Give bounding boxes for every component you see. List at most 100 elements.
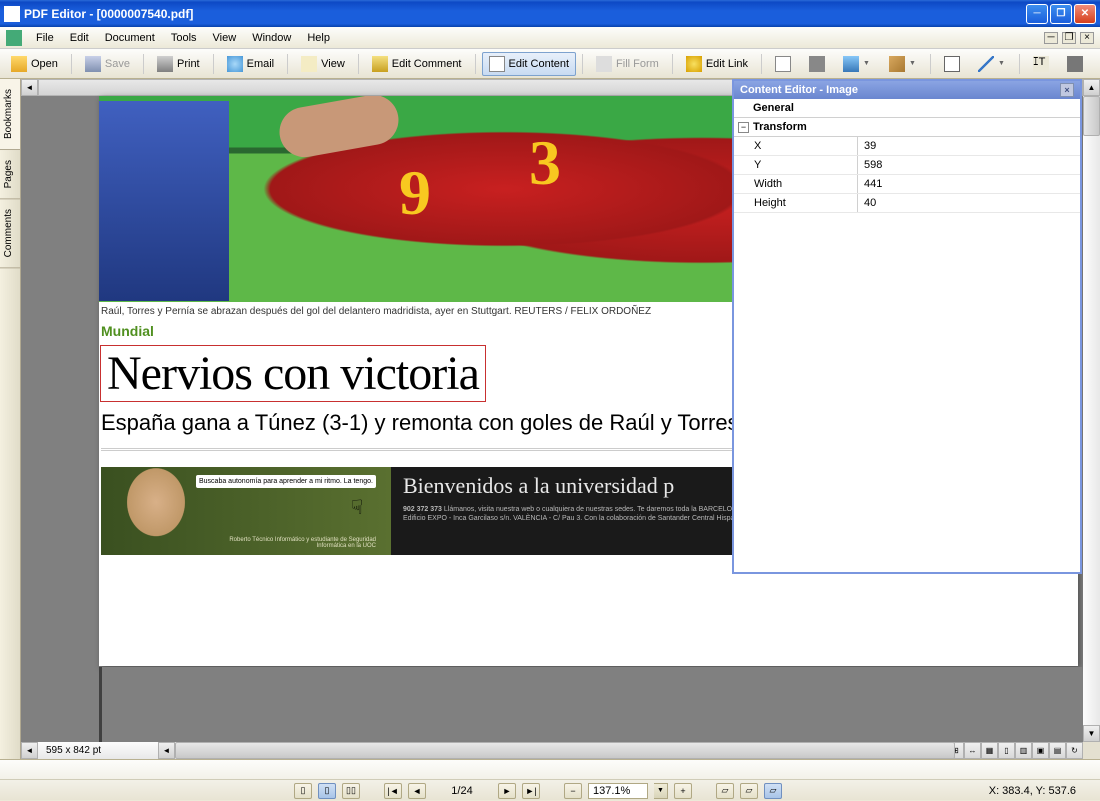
printer-icon [157, 56, 173, 72]
note-tool-button[interactable] [802, 52, 832, 76]
view-button[interactable]: View [294, 52, 352, 76]
property-value[interactable]: 39 [858, 137, 1080, 155]
rotate-button[interactable]: ↻ [1066, 742, 1083, 759]
menu-file[interactable]: File [28, 30, 62, 46]
next-page-button[interactable]: ► [498, 783, 516, 799]
zoom-level-field[interactable] [588, 783, 648, 799]
zoom-dropdown-button[interactable]: ▼ [654, 783, 668, 799]
text-cursor-icon: ꕯT [1033, 56, 1049, 72]
menu-window[interactable]: Window [244, 30, 299, 46]
menu-tools[interactable]: Tools [163, 30, 205, 46]
facing-view-button[interactable]: ▯▯ [342, 783, 360, 799]
print-button[interactable]: Print [150, 52, 207, 76]
sidebar-tab-bookmarks[interactable]: Bookmarks [0, 79, 20, 150]
textbox-tool-button[interactable] [937, 52, 967, 76]
single-page-view-button[interactable]: ▯ [294, 783, 312, 799]
page-layout-2-button[interactable]: ▱ [740, 783, 758, 799]
window-minimize-button[interactable]: ─ [1026, 4, 1048, 24]
continuous-view-button[interactable]: ▯ [318, 783, 336, 799]
email-button[interactable]: Email [220, 52, 282, 76]
window-maximize-button[interactable]: ❐ [1050, 4, 1072, 24]
scroll-down-button[interactable]: ▼ [1083, 725, 1100, 742]
selected-text-object[interactable]: Nervios con victoria [100, 345, 486, 402]
pencil-tool-button[interactable]: ▼ [882, 52, 924, 76]
camera-icon [1067, 56, 1083, 72]
page-number-field[interactable] [432, 783, 492, 799]
menu-help[interactable]: Help [299, 30, 338, 46]
menu-document[interactable]: Document [97, 30, 163, 46]
panel-close-button[interactable]: × [1060, 83, 1074, 97]
content-editor-panel[interactable]: Content Editor - Image × General − Trans… [732, 79, 1082, 574]
touchup-text-button[interactable]: ꕯT [1026, 52, 1056, 76]
cursor-icon [489, 56, 505, 72]
menu-edit[interactable]: Edit [62, 30, 97, 46]
envelope-icon [227, 56, 243, 72]
text-tool-button[interactable] [768, 52, 798, 76]
separator [930, 54, 931, 74]
page-layout-3-button[interactable]: ▱ [764, 783, 782, 799]
collapse-icon[interactable]: − [738, 122, 749, 133]
scroll-track[interactable] [1083, 96, 1100, 725]
chevron-down-icon: ▼ [863, 60, 871, 67]
zoom-out-button[interactable]: − [564, 783, 582, 799]
article-headline[interactable]: Nervios con victoria [101, 346, 485, 401]
fit-width-button[interactable]: ↔ [964, 742, 981, 759]
actual-size-button[interactable]: ▦ [981, 742, 998, 759]
sidebar-tab-pages[interactable]: Pages [0, 150, 20, 199]
window-title: PDF Editor - [0000007540.pdf] [24, 7, 1026, 21]
scroll-up-button[interactable]: ▲ [1083, 79, 1100, 96]
side-tab-strip: Bookmarks Pages Comments [0, 79, 21, 759]
section-general[interactable]: General [734, 99, 1080, 118]
property-value[interactable]: 40 [858, 194, 1080, 212]
mdi-restore-button[interactable]: ❐ [1062, 32, 1076, 44]
mdi-close-button[interactable]: × [1080, 32, 1094, 44]
first-page-button[interactable]: |◄ [384, 783, 402, 799]
sign-tool-button[interactable]: ▼ [836, 52, 878, 76]
menu-bar: File Edit Document Tools View Window Hel… [0, 27, 1100, 49]
view-mode-buttons: ⊞ ↔ ▦ ▯ ▥ ▣ ▤ ↻ [947, 742, 1083, 759]
property-value[interactable]: 598 [858, 156, 1080, 174]
scroll-left-button[interactable]: ◄ [158, 742, 175, 759]
previous-page-button[interactable]: ◄ [408, 783, 426, 799]
separator [287, 54, 288, 74]
property-label: Y [734, 156, 858, 174]
single-page-button[interactable]: ▯ [998, 742, 1015, 759]
panel-titlebar[interactable]: Content Editor - Image × [734, 81, 1080, 99]
page-size-menu-button[interactable]: ◄ [21, 742, 38, 759]
zoom-in-button[interactable]: + [674, 783, 692, 799]
scroll-thumb[interactable] [175, 742, 955, 759]
scroll-left-button[interactable]: ◄ [21, 79, 38, 96]
save-button[interactable]: Save [78, 52, 137, 76]
edit-link-button[interactable]: Edit Link [679, 52, 755, 76]
scroll-thumb[interactable] [1083, 96, 1100, 136]
property-row-x: X 39 [734, 137, 1080, 156]
continuous-facing-button[interactable]: ▤ [1049, 742, 1066, 759]
scroll-track[interactable] [175, 742, 930, 759]
mdi-minimize-button[interactable]: ─ [1044, 32, 1058, 44]
scrollbar-corner [1083, 742, 1100, 759]
property-row-width: Width 441 [734, 175, 1080, 194]
vertical-scrollbar[interactable]: ▲ ▼ [1083, 79, 1100, 742]
continuous-button[interactable]: ▥ [1015, 742, 1032, 759]
line-tool-button[interactable]: ▼ [971, 52, 1013, 76]
separator [1019, 54, 1020, 74]
edit-content-button[interactable]: Edit Content [482, 52, 577, 76]
window-close-button[interactable]: ✕ [1074, 4, 1096, 24]
property-value[interactable]: 441 [858, 175, 1080, 193]
status-bar: ▯ ▯ ▯▯ |◄ ◄ ► ►| − ▼ + ▱ ▱ ▱ X: 383.4, Y… [0, 759, 1100, 800]
menu-view[interactable]: View [205, 30, 245, 46]
edit-comment-button[interactable]: Edit Comment [365, 52, 469, 76]
last-page-button[interactable]: ►| [522, 783, 540, 799]
separator [213, 54, 214, 74]
property-row-height: Height 40 [734, 194, 1080, 213]
ad-speech-bubble: Buscaba autonomía para aprender a mi rit… [196, 475, 376, 488]
sticky-note-icon [809, 56, 825, 72]
separator [672, 54, 673, 74]
page-layout-1-button[interactable]: ▱ [716, 783, 734, 799]
snapshot-button[interactable] [1060, 52, 1090, 76]
fill-form-button[interactable]: Fill Form [589, 52, 666, 76]
open-button[interactable]: Open [4, 52, 65, 76]
facing-button[interactable]: ▣ [1032, 742, 1049, 759]
sidebar-tab-comments[interactable]: Comments [0, 199, 20, 268]
section-transform[interactable]: − Transform [734, 118, 1080, 137]
